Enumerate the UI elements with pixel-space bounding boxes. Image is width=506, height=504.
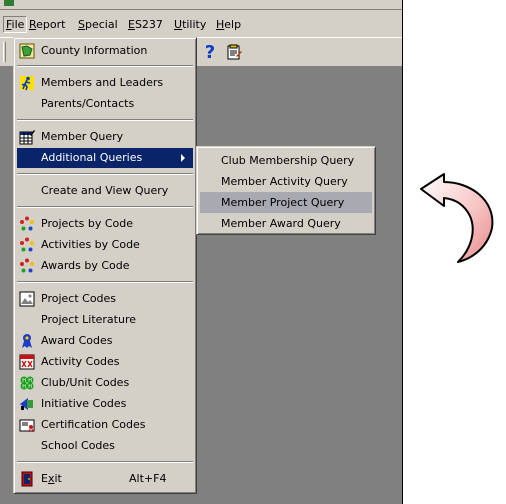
menu-item-club-unit-codes[interactable]: H H H H Club/Unit Codes [17, 373, 193, 393]
menu-separator [17, 173, 193, 175]
notepad-button[interactable] [223, 41, 245, 63]
menu-item-parents-contacts[interactable]: Parents/Contacts [17, 94, 193, 114]
submenu-item-member-project-query[interactable]: Member Project Query [200, 192, 372, 213]
app-icon [4, 0, 14, 6]
menu-item-additional-queries[interactable]: Additional Queries [17, 148, 193, 168]
submenu-item-member-award-query[interactable]: Member Award Query [200, 213, 372, 234]
submenu-arrow-icon [181, 154, 185, 162]
menu-item-activities-by-code[interactable]: Activities by Code [17, 235, 193, 255]
menu-item-certification-codes[interactable]: Certification Codes [17, 415, 193, 435]
menu-item-awards-by-code[interactable]: Awards by Code [17, 256, 193, 276]
curved-arrow-icon [420, 173, 494, 263]
submenu-item-member-activity-query[interactable]: Member Activity Query [200, 171, 372, 192]
notepad-icon [227, 44, 242, 60]
file-menu: County Information Members and Leaders P… [13, 37, 197, 494]
running-person-icon [20, 76, 34, 91]
picture-icon [19, 291, 35, 307]
menu-file[interactable]: File [3, 16, 28, 33]
exit-door-icon [21, 471, 33, 487]
menu-help[interactable]: Help [213, 16, 244, 33]
county-information-icon [19, 43, 35, 59]
menu-separator [17, 461, 193, 463]
toolbar-grip[interactable] [3, 42, 6, 62]
menu-item-activity-codes[interactable]: Activity Codes [17, 352, 193, 372]
menu-item-county-information[interactable]: County Information [17, 41, 193, 61]
ring-of-dots-icon [20, 258, 34, 273]
svg-text:H: H [28, 384, 32, 390]
menu-item-members-and-leaders[interactable]: Members and Leaders [17, 73, 193, 93]
clover-icon: H H H H [20, 376, 34, 390]
menu-item-award-codes[interactable]: Award Codes [17, 331, 193, 351]
calendar-icon [19, 354, 35, 370]
menu-item-initiative-codes[interactable]: Initiative Codes [17, 394, 193, 414]
menu-item-project-literature[interactable]: Project Literature [17, 310, 193, 330]
ring-of-dots-icon [20, 216, 34, 231]
menu-es237[interactable]: ES237 [125, 16, 166, 33]
help-button[interactable]: ? [199, 41, 221, 63]
menu-separator [17, 281, 193, 283]
exit-shortcut: Alt+F4 [129, 472, 167, 485]
svg-text:H: H [22, 384, 26, 390]
menu-utility[interactable]: Utility [171, 16, 209, 33]
menu-bar: File Report Special ES237 Utility Help [0, 14, 403, 34]
submenu-item-club-membership-query[interactable]: Club Membership Query [200, 150, 372, 171]
award-ribbon-icon [22, 334, 32, 348]
certificate-icon [19, 419, 35, 433]
menu-item-exit[interactable]: Exit Alt+F4 [17, 469, 193, 489]
menu-report[interactable]: Report [26, 16, 68, 33]
menu-item-project-codes[interactable]: Project Codes [17, 289, 193, 309]
title-bar [0, 0, 403, 10]
menu-item-member-query[interactable]: Member Query [17, 127, 193, 147]
menu-separator [17, 206, 193, 208]
menu-item-projects-by-code[interactable]: Projects by Code [17, 214, 193, 234]
megaphone-icon [20, 398, 33, 410]
menu-special[interactable]: Special [75, 16, 121, 33]
query-grid-icon [19, 130, 35, 145]
window-border [402, 0, 403, 504]
ring-of-dots-icon [20, 237, 34, 252]
additional-queries-submenu: Club Membership Query Member Activity Qu… [196, 146, 376, 235]
menu-item-create-and-view-query[interactable]: Create and View Query [17, 181, 193, 201]
menu-separator [17, 65, 193, 67]
menu-item-school-codes[interactable]: School Codes [17, 436, 193, 456]
menu-separator [17, 119, 193, 121]
help-icon: ? [204, 41, 216, 63]
